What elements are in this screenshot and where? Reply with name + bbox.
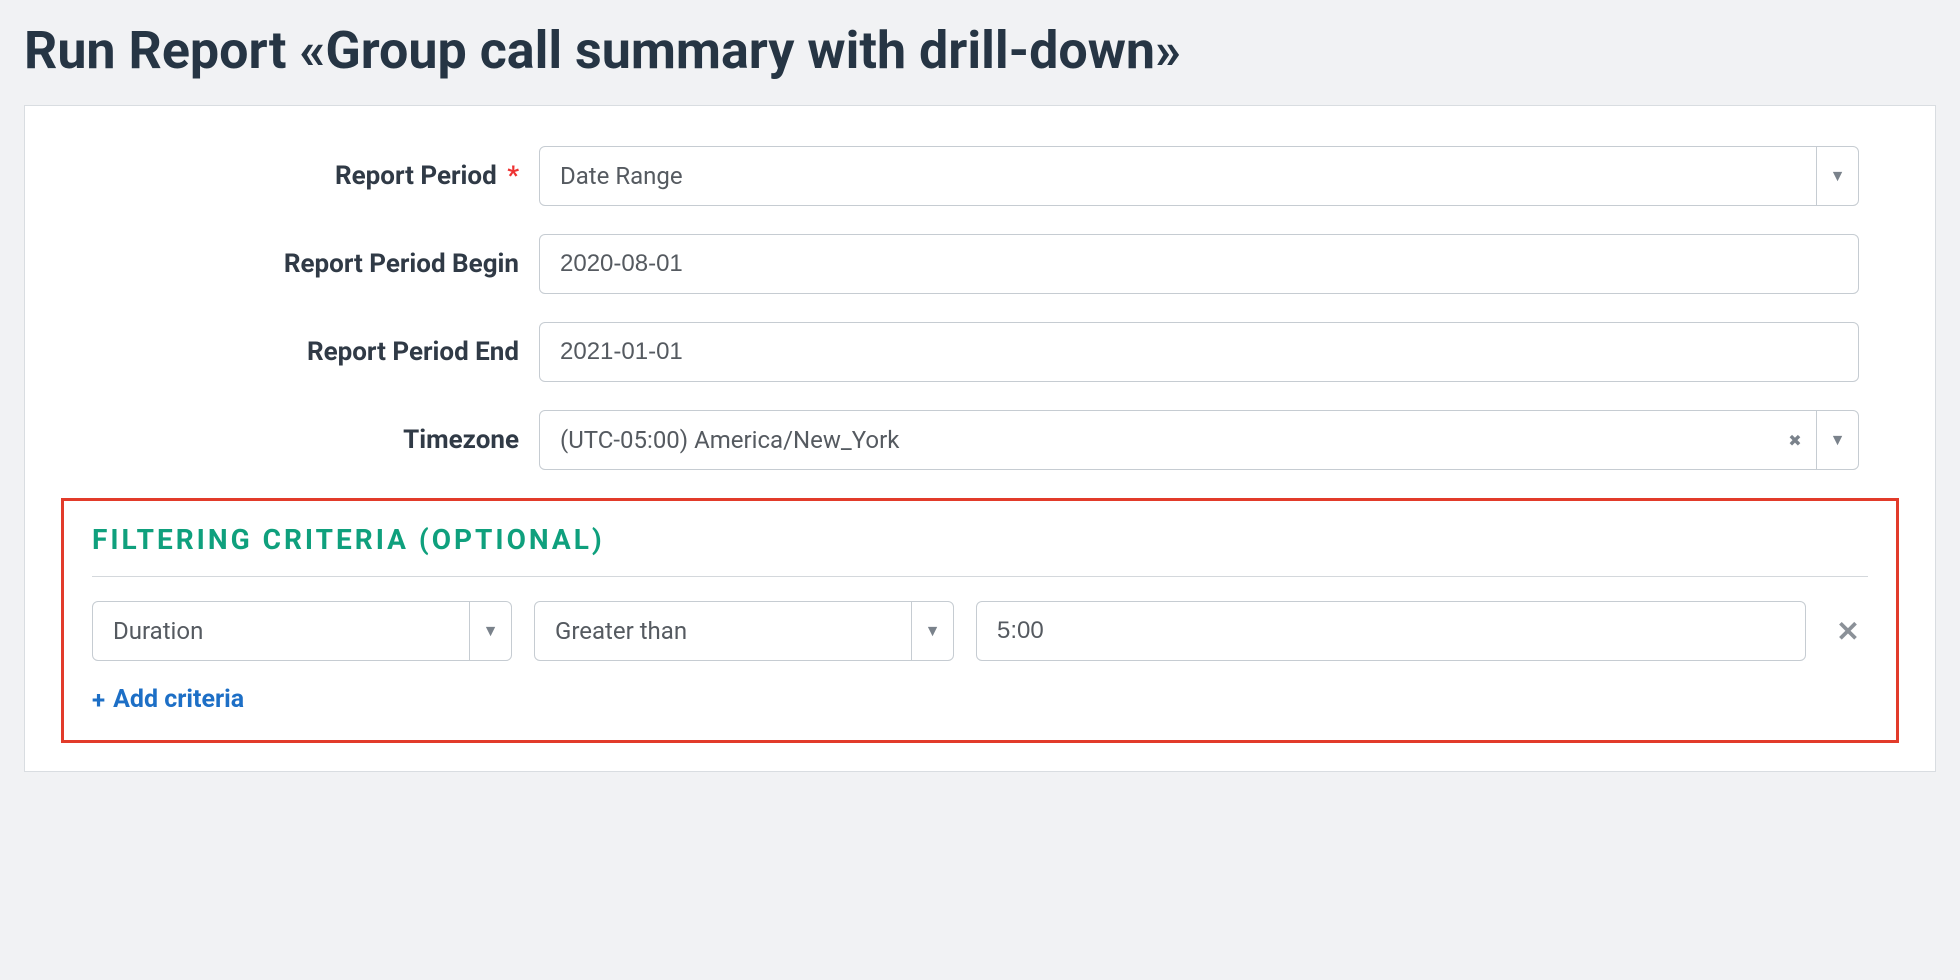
clear-icon[interactable]: ✖: [1774, 411, 1816, 469]
chevron-down-icon[interactable]: ▼: [469, 602, 511, 660]
label-report-period-end: Report Period End: [61, 337, 539, 367]
required-asterisk: *: [507, 161, 519, 191]
criteria-row: Duration ▼ Greater than ▼ ✕: [92, 601, 1868, 661]
plus-icon: +: [92, 686, 105, 714]
remove-criteria-icon[interactable]: ✕: [1828, 611, 1868, 651]
criteria-operator-select[interactable]: Greater than ▼: [534, 601, 954, 661]
select-report-period[interactable]: Date Range ▼: [539, 146, 1859, 206]
criteria-field-value: Duration: [93, 602, 469, 660]
row-timezone: Timezone (UTC-05:00) America/New_York ✖ …: [25, 410, 1935, 470]
chevron-down-icon[interactable]: ▼: [1816, 147, 1858, 205]
filtering-heading: FILTERING CRITERIA (OPTIONAL): [92, 523, 1868, 556]
row-report-period-begin: Report Period Begin: [25, 234, 1935, 294]
row-report-period-end: Report Period End: [25, 322, 1935, 382]
label-text-report-period: Report Period: [335, 161, 497, 191]
report-form-panel: Report Period * Date Range ▼ Report Peri…: [24, 105, 1936, 772]
filtering-divider: [92, 576, 1868, 577]
page-title: Run Report «Group call summary with dril…: [24, 20, 1936, 81]
chevron-down-icon[interactable]: ▼: [1816, 411, 1858, 469]
row-report-period: Report Period * Date Range ▼: [25, 146, 1935, 206]
select-timezone-value: (UTC-05:00) America/New_York: [540, 411, 1774, 469]
criteria-operator-value: Greater than: [535, 602, 911, 660]
input-report-period-begin-wrap: [539, 234, 1859, 294]
add-criteria-button[interactable]: + Add criteria: [92, 685, 244, 714]
filtering-criteria-section: FILTERING CRITERIA (OPTIONAL) Duration ▼…: [61, 498, 1899, 743]
criteria-field-select[interactable]: Duration ▼: [92, 601, 512, 661]
label-report-period: Report Period *: [61, 161, 539, 191]
select-report-period-value: Date Range: [540, 147, 1816, 205]
input-report-period-end-wrap: [539, 322, 1859, 382]
criteria-value-input[interactable]: [976, 601, 1806, 661]
add-criteria-label: Add criteria: [113, 685, 244, 714]
label-report-period-begin: Report Period Begin: [61, 249, 539, 279]
label-timezone: Timezone: [61, 425, 539, 455]
chevron-down-icon[interactable]: ▼: [911, 602, 953, 660]
select-timezone[interactable]: (UTC-05:00) America/New_York ✖ ▼: [539, 410, 1859, 470]
input-report-period-begin[interactable]: [540, 235, 1858, 293]
input-report-period-end[interactable]: [540, 323, 1858, 381]
